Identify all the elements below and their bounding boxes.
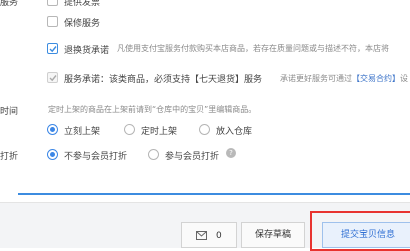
help-icon[interactable]: ? (226, 148, 236, 158)
message-button[interactable]: 0 (181, 222, 237, 248)
radio-member-discount-label: 参与会员打折 (165, 152, 220, 162)
return-exchange-checkbox[interactable] (47, 43, 58, 54)
radio-scheduled-label: 定时上架 (141, 127, 178, 137)
member-discount-label: 打折 (0, 152, 19, 162)
listing-time-hint: 定时上架的商品在上架前请到“仓库中的宝贝”里编辑商品。 (48, 105, 257, 114)
service-section-label: 服务 (0, 0, 19, 8)
message-count: 0 (216, 231, 222, 241)
service-commitment-checkbox (47, 72, 58, 83)
check-icon (49, 46, 57, 53)
service-commitment-label: 服务承诺：该类商品，必须支持【七天退货】服务 (64, 75, 263, 85)
radio-scheduled[interactable] (124, 124, 135, 135)
save-draft-button[interactable]: 保存草稿 (241, 222, 305, 248)
section-divider (18, 193, 410, 195)
radio-member-discount[interactable] (148, 149, 159, 160)
radio-no-member-discount[interactable] (47, 149, 58, 160)
radio-list-now[interactable] (47, 124, 58, 135)
invoice-checkbox[interactable] (47, 0, 58, 6)
radio-warehouse-label: 放入仓库 (216, 127, 253, 137)
commitment-note: 承诺更好服务可通过【交易合约】设 (280, 74, 408, 83)
radio-no-member-discount-label: 不参与会员打折 (64, 152, 128, 162)
listing-time-label: 时间 (0, 107, 19, 117)
radio-list-now-label: 立刻上架 (64, 127, 101, 137)
contract-link[interactable]: 【交易合约】 (352, 74, 400, 83)
mail-icon (196, 231, 207, 240)
return-exchange-description: 凡使用支付宝服务付款购买本店商品，若存在质量问题或与描述不符，本店将 (117, 44, 389, 53)
submit-item-button[interactable]: 提交宝贝信息 (322, 222, 410, 248)
return-exchange-label: 退换货承诺 (64, 46, 110, 56)
invoice-label: 提供发票 (64, 0, 101, 8)
warranty-checkbox[interactable] (47, 16, 58, 27)
check-icon (49, 75, 57, 82)
warranty-label: 保修服务 (64, 19, 101, 29)
radio-warehouse[interactable] (199, 124, 210, 135)
